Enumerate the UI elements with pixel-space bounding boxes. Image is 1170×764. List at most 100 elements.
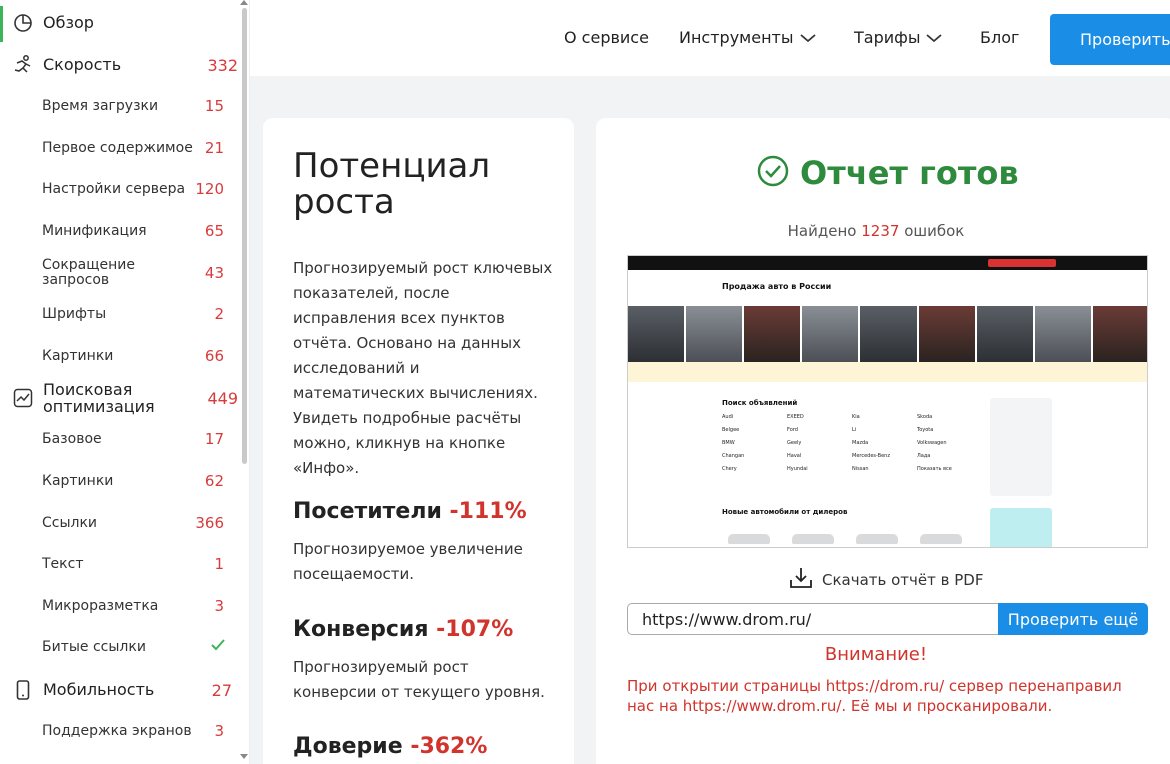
sidebar-item-overview[interactable]: Обзор (0, 12, 246, 34)
scroll-up-arrow[interactable] (240, 0, 248, 5)
sidebar-item-seo[interactable]: Поисковая оптимизация 449 (0, 381, 246, 415)
chevron-down-icon (926, 28, 943, 47)
error-count: 332 (207, 55, 238, 75)
pie-chart-icon (12, 12, 34, 34)
error-count: 17 (204, 430, 224, 448)
brand: Audi (722, 414, 734, 420)
report-ready-title: Отчет готов (800, 154, 1019, 192)
sidebar-item-seo-images[interactable]: Картинки 62 (0, 472, 246, 490)
sidebar-item-request-reduction[interactable]: Сокращение запросов 43 (0, 257, 246, 289)
sidebar-item-label: Скорость (43, 55, 122, 74)
metric-value: -111% (449, 499, 527, 524)
sidebar-item-links[interactable]: Ссылки 366 (0, 514, 246, 532)
potential-title: Потенциал роста (293, 146, 491, 222)
error-count: 62 (204, 472, 224, 490)
brand: Haval (787, 453, 802, 459)
sidebar-item-images[interactable]: Картинки 66 (0, 347, 246, 365)
sidebar-item-fonts[interactable]: Шрифты 2 (0, 305, 246, 323)
error-count: 120 (195, 180, 224, 198)
error-count: 2 (214, 305, 224, 323)
brand: Toyota (917, 427, 934, 433)
download-label: Скачать отчёт в PDF (822, 571, 984, 589)
sidebar-item-label: Поисковая оптимизация (43, 380, 155, 416)
sidebar-item-label: Настройки сервера (42, 181, 186, 197)
sidebar-item-text[interactable]: Текст 1 (0, 555, 246, 573)
found-suffix: ошибок (904, 222, 965, 240)
metric-value: -107% (436, 617, 514, 642)
nav-tools[interactable]: Инструменты (679, 28, 816, 47)
sidebar-item-basic[interactable]: Базовое 17 (0, 430, 246, 448)
metric-name: Доверие (293, 734, 403, 759)
sidebar-item-label: Ссылки (42, 515, 98, 531)
chevron-down-icon (799, 28, 816, 47)
report-card: Отчет готов Найдено 1237 ошибок Продажа … (596, 118, 1170, 764)
screenshot-ad-block-2 (990, 508, 1052, 547)
sidebar-item-label: Минификация (42, 223, 147, 239)
report-ready-heading: Отчет готов (756, 154, 1019, 192)
sidebar-item-label: Текст (42, 556, 84, 572)
metric-description: Прогнозируемый рост конверсии от текущег… (293, 658, 545, 701)
nav-about[interactable]: О сервисе (564, 28, 649, 47)
nav-label: Тарифы (854, 28, 921, 47)
sidebar-item-label: Время загрузки (42, 98, 159, 114)
check-circle-icon (756, 154, 790, 192)
nav-tariffs[interactable]: Тарифы (854, 28, 943, 47)
warning-title: Внимание! (824, 644, 928, 665)
brand: Belgee (722, 427, 740, 433)
sidebar-item-mobile[interactable]: Мобильность 27 (0, 679, 246, 701)
screenshot-new-cars-title: Новые автомобили от дилеров (722, 508, 848, 516)
check-button[interactable]: Проверить (1050, 14, 1170, 65)
sidebar-item-load-time[interactable]: Время загрузки 15 (0, 97, 246, 115)
brand: Kia (852, 414, 860, 420)
site-screenshot[interactable]: Продажа авто в России Поиск объявлений A… (627, 255, 1148, 548)
metric-conversion: Конверсия -107% (293, 617, 513, 642)
brand: Показать все (917, 466, 952, 472)
error-count: 1 (214, 555, 224, 573)
sidebar: Обзор Скорость 332 Время загрузки 15 Пер… (0, 0, 250, 764)
error-count: 3 (214, 597, 224, 615)
mobile-icon (12, 679, 34, 701)
metric-description: Прогнозируемое увеличение посещаемости. (293, 540, 523, 583)
sidebar-item-label: Сокращение запросов (42, 257, 135, 288)
brand: Geely (787, 440, 802, 446)
error-count: 3 (214, 722, 224, 740)
sidebar-item-minification[interactable]: Минификация 65 (0, 222, 246, 240)
nav-blog[interactable]: Блог (980, 28, 1019, 47)
top-header: О сервисе Инструменты Тарифы Блог Провер… (250, 0, 1170, 76)
error-count: 43 (204, 264, 224, 282)
sidebar-item-label: Картинки (42, 473, 114, 489)
scroll-down-arrow[interactable] (240, 754, 248, 759)
errors-found: Найдено 1237 ошибок (596, 222, 1170, 240)
screenshot-title: Продажа авто в России (722, 282, 832, 291)
sidebar-item-microdata[interactable]: Микроразметка 3 (0, 597, 246, 615)
found-prefix: Найдено (787, 222, 857, 240)
found-count: 1237 (861, 222, 900, 240)
sidebar-item-broken-links[interactable]: Битые ссылки (0, 638, 246, 656)
screenshot-ad-block (990, 398, 1052, 496)
screenshot-post-button (988, 259, 1056, 267)
url-input[interactable]: https://www.drom.ru/ (627, 603, 999, 635)
brand: Li (852, 427, 857, 433)
sidebar-item-screen-support[interactable]: Поддержка экранов 3 (0, 722, 246, 740)
brand: EXEED (787, 414, 804, 420)
metric-name: Конверсия (293, 617, 429, 642)
metric-value: -362% (410, 734, 488, 759)
error-count: 366 (195, 514, 224, 532)
sidebar-item-label: Микроразметка (42, 598, 159, 614)
sidebar-item-server-settings[interactable]: Настройки сервера 120 (0, 180, 246, 198)
screenshot-brand-grid: Audi EXEED Kia Skoda Belgee Ford Li Toyo… (722, 414, 982, 472)
trend-icon (12, 387, 34, 409)
brand: Volkswagen (917, 440, 947, 446)
brand: Лада (917, 453, 931, 459)
scrollbar-thumb[interactable] (242, 8, 247, 464)
download-pdf-link[interactable]: Скачать отчёт в PDF (788, 566, 983, 594)
error-count: 21 (204, 139, 224, 157)
sidebar-item-label: Первое содержимое (42, 140, 193, 156)
nav-label: Инструменты (679, 28, 794, 47)
sidebar-item-speed[interactable]: Скорость 332 (0, 54, 246, 76)
sidebar-item-label: Обзор (43, 13, 94, 32)
sidebar-item-first-content[interactable]: Первое содержимое 21 (0, 139, 246, 157)
metric-name: Посетители (293, 499, 442, 524)
check-again-button[interactable]: Проверить ещё (998, 603, 1148, 635)
warning-text: При открытии страницы https://drom.ru/ с… (627, 677, 1122, 715)
